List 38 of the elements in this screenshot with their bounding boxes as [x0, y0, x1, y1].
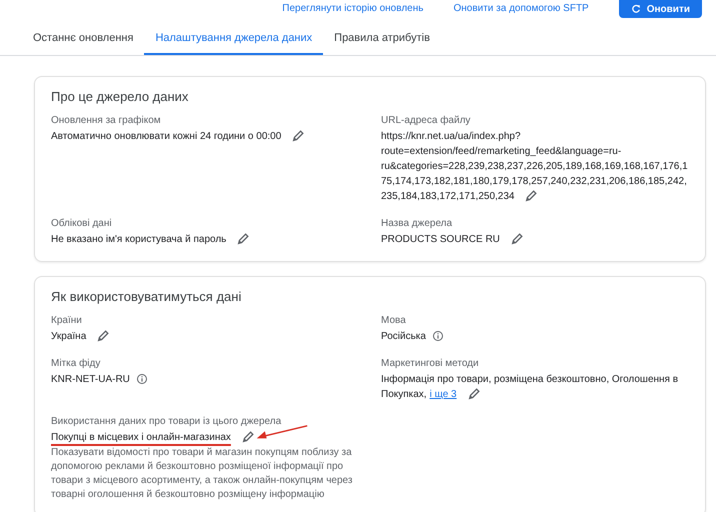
- field-label: Мітка фіду: [51, 358, 102, 369]
- info-icon[interactable]: [432, 330, 444, 342]
- edit-icon[interactable]: [510, 232, 524, 246]
- field-value: https://knr.net.ua/ua/index.php?route=extension/feed/remarketing_feed&language=ru-ru&categories=228,239,238,237,226,205,189,168,169,168,167,176,175,174,173,182,181,180,179,178,257,240,232,231,206,186,185,242,235,184,183,172,171,250,234: [381, 130, 689, 204]
- more-link[interactable]: і ще 3: [430, 389, 457, 400]
- info-icon[interactable]: [136, 373, 148, 386]
- field-label: Маркетингові методи: [381, 358, 480, 369]
- field-label: Країни: [51, 315, 83, 326]
- refresh-button[interactable]: Оновити: [618, 0, 702, 18]
- tab[interactable]: Правила атрибутів: [323, 22, 441, 55]
- tab[interactable]: Налаштування джерела даних: [144, 22, 324, 55]
- edit-icon[interactable]: [240, 430, 255, 444]
- edit-icon[interactable]: [466, 387, 481, 402]
- field-value: KNR-NET-UA-RU: [51, 372, 148, 387]
- edit-icon[interactable]: [236, 232, 250, 246]
- field-label: URL-адреса файлу: [381, 115, 472, 126]
- field-value: Інформація про товари, розміщена безкоштовно, Оголошення в Покупках, і ще 3: [381, 373, 680, 402]
- field-label: Мова: [381, 315, 407, 326]
- field-value: Російська: [381, 329, 444, 344]
- tab[interactable]: Останнє оновлення: [22, 22, 144, 55]
- field-value: Україна: [51, 329, 110, 344]
- card-title: Як використовуватимуться дані: [51, 289, 242, 304]
- refresh-icon: [630, 4, 641, 14]
- edit-icon[interactable]: [291, 129, 306, 144]
- field-description: Показувати відомості про товари й магазин покупцям поблизу за допомогою реклами й безкоштовно розміщеної інформації про товари з місцевого асортименту, а також онлайн-покупцям через товарні оголошення й безкоштовно розміщену інформацію: [51, 446, 354, 502]
- field-value: PRODUCTS SOURCE RU: [381, 232, 524, 247]
- edit-icon[interactable]: [96, 329, 110, 344]
- field-label: Облікові дані: [51, 218, 113, 229]
- field-label: Оновлення за графіком: [51, 115, 162, 126]
- header-link[interactable]: Переглянути історію оновлень: [282, 3, 424, 15]
- card-title: Про це джерело даних: [51, 89, 190, 104]
- field-value: Не вказано ім'я користувача й пароль: [51, 232, 250, 247]
- field-label: Назва джерела: [381, 218, 454, 229]
- field-value: Покупці в місцевих і онлайн-магазинах: [51, 430, 255, 445]
- edit-icon[interactable]: [524, 189, 538, 204]
- header-link[interactable]: Оновити за допомогою SFTP: [453, 3, 589, 15]
- field-value: Автоматично оновлювати кожні 24 години о 00:00: [51, 129, 306, 144]
- field-label: Використання даних про товари із цього джерела: [51, 416, 282, 427]
